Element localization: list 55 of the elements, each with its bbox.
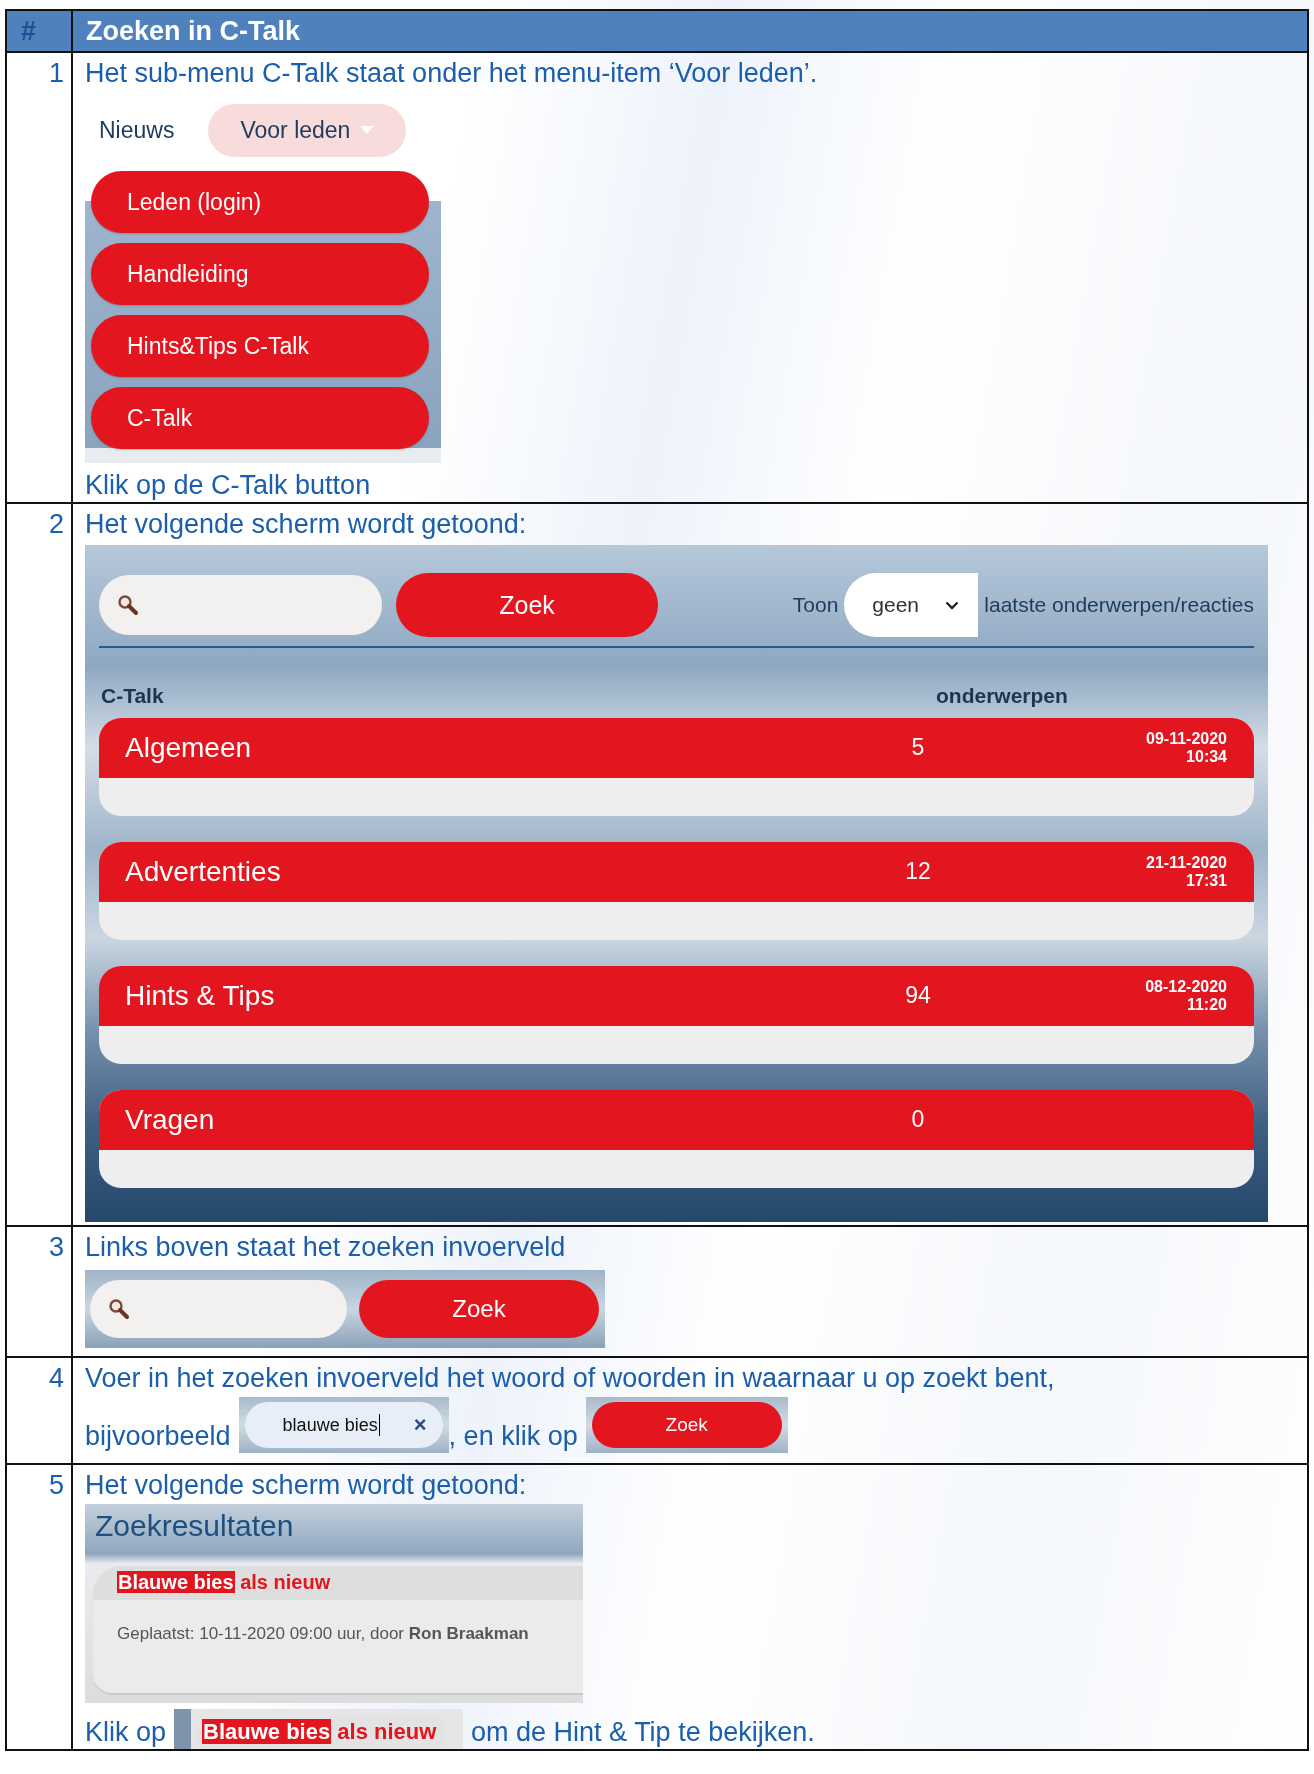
forum-card[interactable]: Vragen 0: [99, 1089, 1254, 1188]
forum-card[interactable]: Algemeen 5 09-11-2020 10:34: [99, 717, 1254, 816]
forum-name: Vragen: [125, 1103, 215, 1136]
menu-item[interactable]: Voor leden: [208, 103, 407, 157]
search-button[interactable]: Zoek: [591, 1401, 782, 1448]
step-number: 4: [48, 1361, 64, 1395]
submenu-item[interactable]: Leden (login): [91, 171, 429, 233]
step-number: 1: [48, 57, 64, 90]
select-field[interactable]: geen: [844, 573, 979, 637]
step-number: 3: [48, 1230, 64, 1264]
caret-icon: [360, 126, 375, 134]
post-meta: Geplaatst: 10-11-2020 09:00 uur, door Ron Braakman: [116, 1622, 530, 1644]
submenu-item[interactable]: Hints&Tips C-Talk: [91, 315, 429, 377]
topic-count: 5: [911, 734, 925, 761]
last-post-date: 08-12-2020 11:20: [1145, 977, 1227, 1014]
topic-count: 0: [911, 1106, 925, 1133]
step-text: bijvoorbeeld: [85, 1419, 231, 1453]
column-header: onderwerpen: [936, 683, 1068, 708]
submenu-item[interactable]: C-Talk: [91, 387, 429, 449]
chevron-icon: [945, 600, 960, 610]
search-icon: [108, 1297, 130, 1320]
topic-count: 12: [905, 858, 931, 885]
search-icon: [117, 594, 139, 616]
forum-name: Hints & Tips: [125, 979, 275, 1012]
results-title: Zoekresultaten: [94, 1507, 295, 1544]
column-header: #: [7, 11, 73, 53]
submenu-item[interactable]: Handleiding: [91, 243, 429, 305]
step-text: , en klik op: [448, 1419, 578, 1453]
forum-name: Algemeen: [125, 731, 252, 764]
step-text: Klik op: [85, 1715, 167, 1749]
input-value: blauwe bies: [282, 1413, 380, 1436]
search-button[interactable]: Zoek: [359, 1279, 599, 1338]
filter-label: Toon: [792, 593, 839, 617]
step-number: 2: [48, 508, 64, 541]
step-text: Het sub-menu C-Talk staat onder het menu-item ‘Voor leden’.: [85, 57, 819, 90]
forum-name: Advertenties: [125, 855, 281, 888]
step-text: Het volgende scherm wordt getoond:: [85, 508, 528, 541]
step-text: om de Hint & Tip te bekijken.: [471, 1715, 815, 1749]
step-text: Links boven staat het zoeken invoerveld: [85, 1230, 567, 1264]
filter-label: laatste onderwerpen/reacties: [984, 593, 1254, 617]
input-field[interactable]: blauwe bies ×: [244, 1401, 443, 1448]
menu-item[interactable]: Nieuws: [99, 104, 175, 156]
last-post-date: 09-11-2020 10:34: [1146, 729, 1227, 766]
forum-card[interactable]: Hints & Tips 94 08-12-2020 11:20: [99, 965, 1254, 1064]
last-post-date: 21-11-2020 17:31: [1146, 853, 1227, 890]
step-text: Klik op de C-Talk button: [85, 469, 372, 502]
search-button[interactable]: Zoek: [396, 573, 658, 637]
step-text: Het volgende scherm wordt getoond:: [85, 1468, 528, 1502]
step-text: Voer in het zoeken invoerveld het woord of woorden in waarnaar u op zoekt bent,: [85, 1361, 1056, 1395]
column-header: Zoeken in C-Talk: [73, 11, 1307, 53]
search-field[interactable]: [99, 575, 382, 635]
step-number: 5: [48, 1468, 64, 1502]
forum-card[interactable]: Advertenties 12 21-11-2020 17:31: [99, 841, 1254, 940]
topic-count: 94: [905, 982, 931, 1009]
clear-button[interactable]: ×: [413, 1411, 427, 1438]
